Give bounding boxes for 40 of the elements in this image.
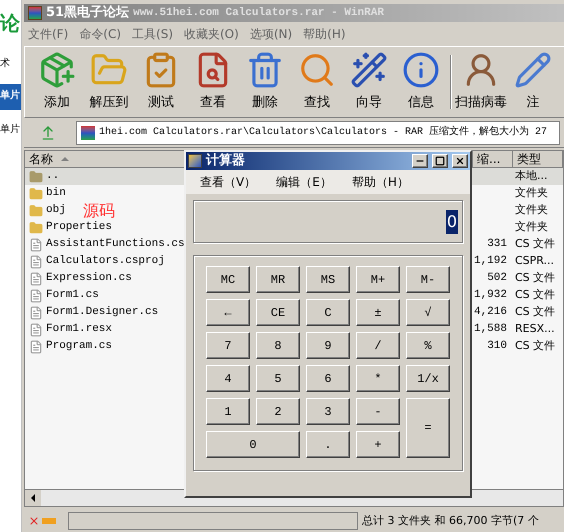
file-type: 文件夹: [514, 185, 549, 202]
file-size: 502: [487, 271, 507, 286]
file-type: RESX...: [514, 321, 556, 338]
file-type: 本地...: [514, 168, 548, 184]
file-type: 文件夹: [514, 202, 549, 218]
file-name: ..: [46, 169, 60, 184]
app-name: 51黑电子论坛: [46, 4, 130, 22]
display-value: 0: [446, 210, 458, 234]
file-type: CS 文件: [514, 304, 556, 320]
file-size: 331: [487, 237, 507, 252]
file-size: 1,588: [474, 322, 507, 338]
file-name: Form1.Designer.cs: [46, 305, 158, 320]
file-type: CS 文件: [514, 338, 556, 354]
status-text: 总计 3 文件夹 和 66,700 字节(7 个: [362, 512, 539, 529]
file-size: 1,932: [474, 288, 507, 304]
file-size: 4,216: [474, 305, 507, 320]
window-title: 计算器: [206, 152, 246, 170]
window-title: www.51hei.com Calculators.rar - WinRAR: [133, 6, 384, 21]
file-name: Expression.cs: [46, 271, 132, 286]
file-type: 文件夹: [514, 219, 549, 236]
file-type: CS 文件: [514, 270, 556, 286]
page-text: 单片: [0, 84, 21, 110]
file-name: obj: [46, 203, 66, 218]
page-text: 术: [0, 56, 11, 71]
file-name: Program.cs: [46, 339, 112, 354]
file-name: bin: [46, 186, 66, 202]
file-type: CS 文件: [514, 287, 556, 304]
file-type: CS 文件: [514, 236, 556, 252]
file-name: Calculators.csproj: [46, 254, 165, 270]
address-text: 1hei.com Calculators.rar\Calculators\Calculators - RAR 压缩文件，解包大小为 27: [99, 125, 548, 140]
file-size: 1,192: [474, 254, 507, 270]
file-name: Properties: [46, 220, 112, 236]
file-name: Form1.resx: [46, 322, 112, 338]
file-name: Form1.cs: [46, 288, 99, 304]
file-type: CSPR...: [514, 253, 556, 270]
page-text: 单片: [0, 122, 21, 137]
file-name: AssistantFunctions.cs: [46, 237, 185, 252]
page-text: 论: [0, 10, 21, 37]
file-size: 310: [487, 339, 507, 354]
annotation-text: 源码: [83, 200, 115, 221]
